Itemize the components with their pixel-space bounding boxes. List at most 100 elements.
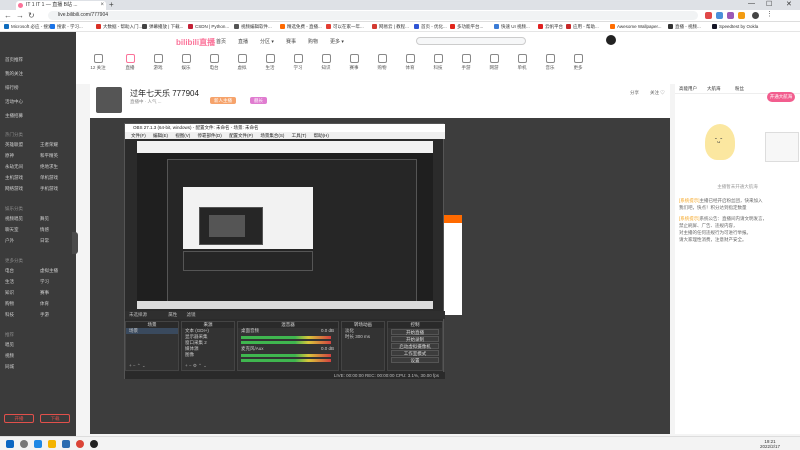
bookmark-item[interactable]: Speedtest by Ookla <box>712 23 758 31</box>
chrome-icon[interactable] <box>76 440 84 448</box>
minimize-button[interactable]: — <box>748 0 755 7</box>
nav-item[interactable]: 赛事 <box>286 38 296 45</box>
follow-button[interactable]: 关注 ♡ <box>650 90 665 96</box>
nav-item[interactable]: 购物 <box>308 38 318 45</box>
obs-menu-item[interactable]: 文件(F) <box>131 133 146 138</box>
sidebar-category[interactable]: 视频 <box>5 352 14 359</box>
sidebar-category[interactable]: 户外 <box>5 237 14 244</box>
nav-item[interactable]: 首页 <box>216 38 226 45</box>
properties-button[interactable]: 属性 <box>168 312 177 317</box>
download-button[interactable]: 下载 <box>40 414 70 423</box>
obs-menu-item[interactable]: 视图(V) <box>175 133 190 138</box>
sidebar-category[interactable]: 永劫无间 <box>5 163 23 170</box>
reload-icon[interactable]: ↻ <box>28 11 35 20</box>
sidebar-item[interactable]: 我的关注 <box>5 70 23 77</box>
profile-icon[interactable] <box>752 12 759 19</box>
bookmark-item[interactable]: 应用 - 帮助... <box>566 23 599 31</box>
nav-item[interactable]: 直播 <box>238 38 248 45</box>
sidebar-category[interactable]: 原神 <box>5 152 14 159</box>
entry-category[interactable]: 体育 <box>398 54 422 71</box>
down-icon[interactable]: ⌄ <box>203 363 207 368</box>
app-icon[interactable] <box>62 440 70 448</box>
obs-menu-item[interactable]: 工具(T) <box>292 133 307 138</box>
sidebar-category[interactable]: 网络游戏 <box>5 185 23 192</box>
remove-icon[interactable]: − <box>133 363 136 368</box>
obs-menu-item[interactable]: 场景集合(S) <box>260 133 284 138</box>
address-bar[interactable]: live.bilibili.com/777904 <box>48 11 698 20</box>
tab-close-icon[interactable]: × <box>100 1 104 10</box>
start-live-button[interactable]: 开播 <box>4 414 34 423</box>
start-icon[interactable] <box>6 440 14 448</box>
transition-duration[interactable]: 时长 300 ms <box>342 334 384 340</box>
new-tab-button[interactable]: + <box>109 0 114 9</box>
nav-item[interactable]: 更多 ▾ <box>330 38 344 45</box>
entry-category[interactable]: 游戏 <box>146 54 170 71</box>
guard-open-button[interactable]: 开通大航海 <box>767 92 795 102</box>
extension-icon[interactable] <box>738 12 745 19</box>
sidebar-item[interactable]: 活动中心 <box>5 98 23 105</box>
entry-category[interactable]: 生活 <box>258 54 282 71</box>
sidebar-item[interactable]: 排行榜 <box>5 84 19 91</box>
sidebar-category[interactable]: 主机游戏 <box>5 174 23 181</box>
sidebar-category[interactable]: 赛事 <box>40 289 49 296</box>
gear-icon[interactable]: ⚙ <box>193 363 197 368</box>
search-input[interactable] <box>416 37 526 45</box>
sidebar-category[interactable]: 手机游戏 <box>40 185 58 192</box>
sidebar-category[interactable]: 情感 <box>40 226 49 233</box>
sidebar-category[interactable]: 生活 <box>5 278 14 285</box>
sidebar-category[interactable]: 绝地求生 <box>40 163 58 170</box>
sidebar-collapse-handle[interactable] <box>72 232 78 254</box>
maximize-button[interactable]: ☐ <box>766 0 772 8</box>
bookmark-item[interactable]: Microsoft 必应 - 搜索 <box>4 23 53 31</box>
sidebar-category[interactable]: 日常 <box>40 237 49 244</box>
extension-icon[interactable] <box>705 12 712 19</box>
entry-category[interactable]: 科技 <box>426 54 450 71</box>
folder-icon[interactable] <box>48 440 56 448</box>
sidebar-category[interactable]: 视频唱见 <box>5 215 23 222</box>
start-recording-button[interactable]: 开始录制 <box>391 336 439 342</box>
down-icon[interactable]: ⌄ <box>142 363 146 368</box>
entry-category[interactable]: 手游 <box>454 54 478 71</box>
tab-rank[interactable]: 高能用户 <box>679 86 697 92</box>
settings-button[interactable]: 设置 <box>391 357 439 363</box>
bookmark-item[interactable]: 可以在家一年... <box>326 23 364 31</box>
entry-category[interactable]: 学习 <box>286 54 310 71</box>
entry-category[interactable]: 知识 <box>314 54 338 71</box>
obs-icon[interactable] <box>90 440 98 448</box>
bookmark-item[interactable]: 搜索 - 学习... <box>50 23 83 31</box>
extension-icon[interactable] <box>716 12 723 19</box>
tab-guard[interactable]: 大航海 <box>707 86 721 92</box>
bookmark-item[interactable]: CSDN | Python... <box>188 23 229 31</box>
entry-category[interactable]: 单机 <box>510 54 534 71</box>
streamer-avatar[interactable] <box>96 87 122 113</box>
obs-preview-canvas[interactable] <box>137 141 433 309</box>
obs-menu-item[interactable]: 帮助(H) <box>314 133 329 138</box>
nav-item[interactable]: 分区 ▾ <box>260 38 274 45</box>
sidebar-item[interactable]: 首页推荐 <box>5 56 23 63</box>
menu-icon[interactable]: ⋮ <box>766 10 773 18</box>
up-icon[interactable]: ⌃ <box>137 363 141 368</box>
search-icon[interactable] <box>20 440 28 448</box>
sidebar-category[interactable]: 电台 <box>5 267 14 274</box>
sidebar-category[interactable]: 手游 <box>40 311 49 318</box>
bookmark-item[interactable]: 多功能平台... <box>450 23 483 31</box>
sidebar-category[interactable]: 购物 <box>5 300 14 307</box>
bookmark-item[interactable]: 直播 - 视频... <box>668 23 701 31</box>
sidebar-category[interactable]: 同城 <box>5 363 14 370</box>
sidebar-category[interactable]: 虚拟主播 <box>40 267 58 274</box>
mini-thumbnail[interactable] <box>765 132 799 162</box>
tab-fans[interactable]: 粉丝 <box>735 86 744 92</box>
browser-tab[interactable]: IT 1 IT 1 — 直播 B站 ... × <box>16 1 106 10</box>
add-icon[interactable]: + <box>129 363 132 368</box>
forward-icon[interactable]: → <box>16 11 24 20</box>
bookmark-item[interactable]: 弹幕播放 | 下载... <box>142 23 183 31</box>
bookmark-item[interactable]: 精选免费 - 直播... <box>280 23 322 31</box>
bookmark-item[interactable]: Awesome Wallpaper... <box>610 23 662 31</box>
add-icon[interactable]: + <box>185 363 188 368</box>
share-button[interactable]: 分享 <box>630 90 639 96</box>
remove-icon[interactable]: − <box>189 363 192 368</box>
entry-category[interactable]: 电台 <box>202 54 226 71</box>
obs-menu-item[interactable]: 编辑(E) <box>153 133 168 138</box>
site-logo[interactable]: bilibili直播 <box>176 37 215 48</box>
sidebar-category[interactable]: 和平精英 <box>40 152 58 159</box>
